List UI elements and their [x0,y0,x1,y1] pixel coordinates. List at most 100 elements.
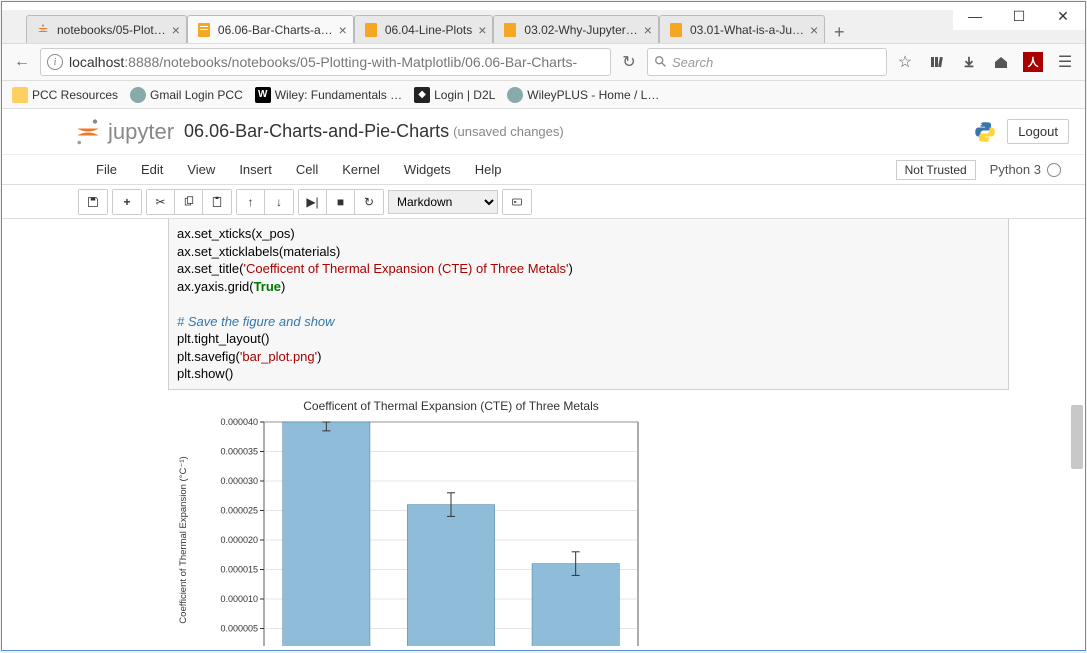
url-bar[interactable]: i localhost:8888/notebooks/notebooks/05-… [40,48,611,76]
bookmark-label: Gmail Login PCC [150,88,243,102]
bookmark-label: Login | D2L [434,88,495,102]
bookmark-item[interactable]: PCC Resources [12,87,118,103]
folder-icon [12,87,28,103]
code-line: ax.set_xticklabels(materials) [177,244,340,259]
menu-edit[interactable]: Edit [129,162,175,177]
move-up-button[interactable]: ↑ [237,190,265,214]
downloads-icon[interactable] [955,48,983,76]
command-palette-button[interactable] [503,190,531,214]
save-button[interactable] [79,190,107,214]
restart-button[interactable]: ↻ [355,190,383,214]
kernel-name[interactable]: Python 3 [990,162,1041,177]
bookmark-label: Wiley: Fundamentals … [275,88,402,102]
browser-tab[interactable]: 06.06-Bar-Charts-a… × [187,15,354,43]
notebook-title[interactable]: 06.06-Bar-Charts-and-Pie-Charts [184,121,449,142]
library-icon[interactable] [923,48,951,76]
notebook-icon [668,22,684,38]
code-line: ax.yaxis.grid( [177,279,254,294]
menu-cell[interactable]: Cell [284,162,330,177]
code-comment: # Save the figure and show [177,314,335,329]
add-cell-button[interactable]: + [113,190,141,214]
browser-tab[interactable]: 06.04-Line-Plots × [354,15,494,43]
svg-text:0.000010: 0.000010 [220,594,258,604]
bookmark-item[interactable]: W Wiley: Fundamentals … [255,87,402,103]
browser-tab[interactable]: 03.01-What-is-a-Ju… × [659,15,825,43]
bookmark-item[interactable]: ◆ Login | D2L [414,87,495,103]
svg-text:0.000035: 0.000035 [220,446,258,456]
window-close-button[interactable]: ✕ [1041,2,1085,30]
close-icon[interactable]: × [644,22,652,38]
close-icon[interactable]: × [810,22,818,38]
menu-widgets[interactable]: Widgets [392,162,463,177]
menu-file[interactable]: File [84,162,129,177]
browser-tab[interactable]: 03.02-Why-Jupyter… × [493,15,659,43]
code-line: plt.tight_layout() [177,331,270,346]
tab-label: 03.01-What-is-a-Ju… [690,23,804,37]
window-maximize-button[interactable]: ☐ [997,2,1041,30]
new-tab-button[interactable]: + [825,22,853,43]
menu-insert[interactable]: Insert [227,162,284,177]
run-button[interactable]: ▶| [299,190,327,214]
wiley-icon: W [255,87,271,103]
jupyter-logo[interactable]: jupyter [74,118,174,146]
close-icon[interactable]: × [172,22,180,38]
svg-text:0.000025: 0.000025 [220,505,258,515]
bookmark-item[interactable]: WileyPLUS - Home / L… [507,87,659,103]
copy-button[interactable] [175,190,203,214]
code-line: ax.set_xticks(x_pos) [177,226,295,241]
code-line: ax.set_title( [177,261,243,276]
jupyter-logo-text: jupyter [108,119,174,145]
menu-icon[interactable]: ☰ [1051,48,1079,76]
menu-view[interactable]: View [175,162,227,177]
jupyter-toolbar: + ✂ ↑ ↓ ▶| ■ ↻ Markdown [2,185,1085,219]
window-minimize-button[interactable]: — [953,2,997,30]
reload-button[interactable]: ↻ [615,48,643,76]
python-icon [973,120,997,144]
menu-help[interactable]: Help [463,162,514,177]
notebook-icon [363,22,379,38]
bookmark-label: WileyPLUS - Home / L… [527,88,659,102]
jupyter-menubar: File Edit View Insert Cell Kernel Widget… [2,155,1085,185]
code-cell[interactable]: ax.set_xticks(x_pos) ax.set_xticklabels(… [168,219,1009,390]
code-line: ) [317,349,321,364]
adobe-icon[interactable]: 人 [1019,48,1047,76]
code-keyword: True [254,279,281,294]
celltype-select[interactable]: Markdown [388,190,498,214]
bookmarks-bar: PCC Resources Gmail Login PCC W Wiley: Fu… [2,81,1085,109]
home-icon[interactable] [987,48,1015,76]
trust-indicator[interactable]: Not Trusted [896,160,976,180]
jupyter-logo-icon [74,118,102,146]
d2l-icon: ◆ [414,87,430,103]
tab-label: 03.02-Why-Jupyter… [524,23,637,37]
logout-button[interactable]: Logout [1007,119,1069,144]
bookmark-item[interactable]: Gmail Login PCC [130,87,243,103]
interrupt-button[interactable]: ■ [327,190,355,214]
browser-tab[interactable]: notebooks/05-Plot… × [26,15,187,43]
notebook-icon [502,22,518,38]
code-string: 'bar_plot.png' [240,349,317,364]
menu-kernel[interactable]: Kernel [330,162,392,177]
jupyter-icon [35,22,51,38]
bar-chart: Coefficent of Thermal Expansion (CTE) of… [168,398,648,646]
site-info-icon[interactable]: i [47,54,63,70]
move-down-button[interactable]: ↓ [265,190,293,214]
search-icon [654,55,668,69]
cut-button[interactable]: ✂ [147,190,175,214]
svg-text:Coefficient of Thermal Expansi: Coefficient of Thermal Expansion (°C⁻¹) [178,456,189,623]
globe-icon [507,87,523,103]
search-placeholder: Search [672,55,713,70]
close-icon[interactable]: × [339,22,347,38]
code-string: 'Coefficent of Thermal Expansion (CTE) o… [243,261,568,276]
search-box[interactable]: Search [647,48,887,76]
window-scrollbar-thumb[interactable] [1071,414,1083,464]
globe-icon [130,87,146,103]
close-icon[interactable]: × [478,22,486,38]
paste-button[interactable] [203,190,231,214]
browser-tabs: notebooks/05-Plot… × 06.06-Bar-Charts-a…… [2,10,1085,43]
back-button[interactable]: ← [8,48,36,76]
tab-label: notebooks/05-Plot… [57,23,166,37]
kernel-status-icon [1047,163,1061,177]
chart-output: Coefficent of Thermal Expansion (CTE) of… [168,398,1009,646]
bookmark-star-icon[interactable]: ☆ [891,48,919,76]
bookmark-label: PCC Resources [32,88,118,102]
